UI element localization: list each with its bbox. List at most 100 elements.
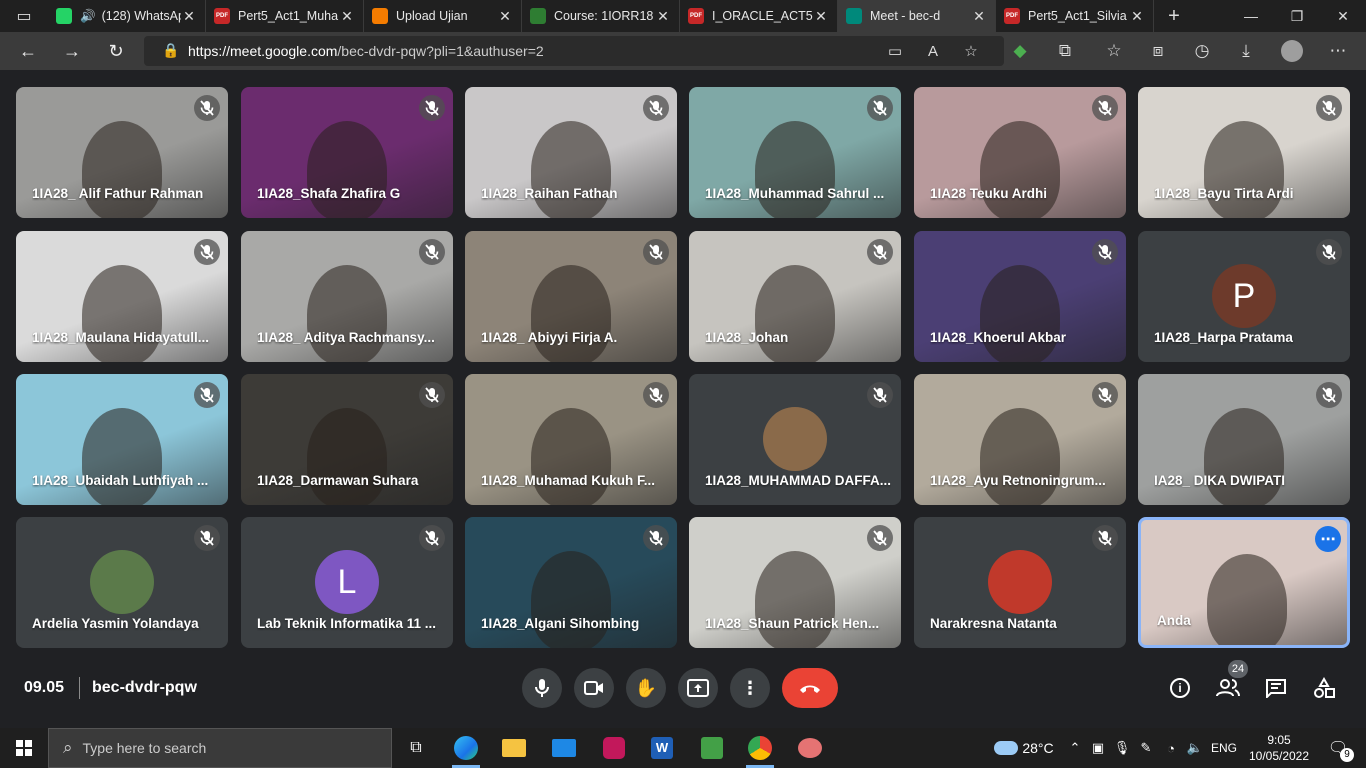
taskbar-app-edge[interactable]: [442, 728, 490, 768]
lock-icon: 🔒: [162, 42, 180, 58]
minimize-button[interactable]: —: [1228, 0, 1274, 32]
start-button[interactable]: [0, 728, 48, 768]
more-options-button[interactable]: ⋮: [730, 668, 770, 708]
browser-tab[interactable]: Meet - bec-d ✕: [838, 0, 996, 32]
wifi-icon[interactable]: ◔: [1160, 728, 1182, 768]
participant-tile[interactable]: 1IA28_ Abiyyi Firja A.: [465, 231, 677, 362]
participant-video: [980, 265, 1060, 362]
show-hidden-icons[interactable]: ⌃: [1066, 728, 1084, 768]
microphone-tray-icon[interactable]: 🎙: [1112, 728, 1132, 768]
browser-tab[interactable]: PDF I_ORACLE_ACT5.p ✕: [680, 0, 838, 32]
tab-title: Upload Ujian: [396, 9, 468, 23]
weather-temp[interactable]: 28°C: [1018, 728, 1058, 768]
camera-permission-icon[interactable]: ▭: [878, 36, 912, 66]
participant-tile[interactable]: 1IA28 Teuku Ardhi: [914, 87, 1126, 218]
participant-tile[interactable]: 1IA28_Shafa Zhafira G: [241, 87, 453, 218]
read-aloud-icon[interactable]: A: [916, 36, 950, 66]
close-tab-icon[interactable]: ✕: [813, 8, 829, 25]
participant-tile[interactable]: 1IA28_Shaun Patrick Hen...: [689, 517, 901, 648]
participant-tile[interactable]: 1IA28_Maulana Hidayatull...: [16, 231, 228, 362]
taskbar-app-word[interactable]: W: [638, 728, 686, 768]
extensions-icon[interactable]: ⧉: [1043, 32, 1087, 70]
participant-tile[interactable]: 1IA28_Ayu Retnoningrum...: [914, 374, 1126, 505]
raise-hand-button[interactable]: ✋: [626, 668, 666, 708]
taskbar-app-capcut[interactable]: [590, 728, 638, 768]
participant-tile[interactable]: 1IA28_ Aditya Rachmansy...: [241, 231, 453, 362]
participant-name: 1IA28_Khoerul Akbar: [930, 330, 1067, 345]
tab-actions-icon[interactable]: ▭: [0, 0, 48, 32]
browser-tab[interactable]: PDF Pert5_Act1_Silvia ✕: [996, 0, 1154, 32]
participant-tile[interactable]: IA28_ DIKA DWIPATI: [1138, 374, 1350, 505]
participant-tile[interactable]: 1IA28_Muhammad Sahrul ...: [689, 87, 901, 218]
address-bar[interactable]: 🔒 https://meet.google.com/bec-dvdr-pqw?p…: [144, 36, 1004, 66]
present-button[interactable]: [678, 668, 718, 708]
leave-call-button[interactable]: [782, 668, 838, 708]
browser-tab[interactable]: Upload Ujian ✕: [364, 0, 522, 32]
chat-button[interactable]: [1262, 674, 1290, 702]
settings-more-icon[interactable]: ⋯: [1316, 32, 1360, 70]
participant-tile[interactable]: Narakresna Natanta: [914, 517, 1126, 648]
participant-tile[interactable]: 1IA28_ Alif Fathur Rahman: [16, 87, 228, 218]
back-button[interactable]: ←: [6, 32, 50, 70]
browser-tab[interactable]: PDF Pert5_Act1_Muha ✕: [206, 0, 364, 32]
restore-button[interactable]: ❐: [1274, 0, 1320, 32]
participant-tile[interactable]: 1IA28_Khoerul Akbar: [914, 231, 1126, 362]
participant-tile[interactable]: 1IA28_Muhamad Kukuh F...: [465, 374, 677, 505]
close-window-button[interactable]: ✕: [1320, 0, 1366, 32]
participant-tile[interactable]: 1IA28_Bayu Tirta Ardi: [1138, 87, 1350, 218]
participant-tile[interactable]: Ardelia Yasmin Yolandaya: [16, 517, 228, 648]
extension-icon[interactable]: ◆: [998, 32, 1042, 70]
participant-tile[interactable]: 1IA28_Ubaidah Luthfiyah ...: [16, 374, 228, 505]
close-tab-icon[interactable]: ✕: [181, 8, 197, 25]
refresh-button[interactable]: ↻: [94, 32, 138, 70]
new-tab-button[interactable]: +: [1154, 5, 1194, 28]
more-vertical-icon: ⋮: [741, 677, 759, 698]
taskbar-app-chrome[interactable]: [736, 728, 784, 768]
participant-tile[interactable]: P 1IA28_Harpa Pratama: [1138, 231, 1350, 362]
favorites-icon[interactable]: ☆: [1092, 32, 1136, 70]
close-tab-icon[interactable]: ✕: [497, 8, 513, 25]
pdf-icon: PDF: [214, 8, 230, 24]
participant-tile[interactable]: ⋯ Anda: [1138, 517, 1350, 648]
profile-icon[interactable]: [1270, 32, 1314, 70]
activities-button[interactable]: [1310, 674, 1338, 702]
taskbar-search[interactable]: ⌕ Type here to search: [48, 728, 392, 768]
taskbar-clock[interactable]: 9:05 10/05/2022: [1244, 728, 1314, 768]
meeting-details-button[interactable]: i: [1166, 674, 1194, 702]
close-tab-icon[interactable]: ✕: [971, 8, 987, 25]
forward-button[interactable]: →: [50, 32, 94, 70]
language-indicator[interactable]: ENG: [1208, 728, 1240, 768]
people-button[interactable]: [1214, 674, 1242, 702]
microphone-button[interactable]: [522, 668, 562, 708]
browser-tab[interactable]: Course: 1IORR18 ✕: [522, 0, 680, 32]
webcam-tray-icon[interactable]: ▣: [1088, 728, 1108, 768]
camera-button[interactable]: [574, 668, 614, 708]
downloads-icon[interactable]: ⤓: [1224, 32, 1268, 70]
participant-tile[interactable]: 1IA28_Raihan Fathan: [465, 87, 677, 218]
close-tab-icon[interactable]: ✕: [1129, 8, 1145, 25]
taskbar-app-mail[interactable]: [540, 728, 588, 768]
browser-tab[interactable]: 🔊 (128) WhatsApp✕: [48, 0, 206, 32]
participant-tile[interactable]: 1IA28_MUHAMMAD DAFFA...: [689, 374, 901, 505]
taskbar-app-media[interactable]: [688, 728, 736, 768]
add-favorite-icon[interactable]: ☆: [954, 36, 988, 66]
participant-name: 1IA28_MUHAMMAD DAFFA...: [705, 473, 891, 488]
task-view-button[interactable]: ⧉: [392, 728, 440, 768]
audio-playing-icon[interactable]: 🔊: [80, 9, 96, 24]
close-tab-icon[interactable]: ✕: [655, 8, 671, 25]
notification-center-button[interactable]: 🗨 9: [1318, 728, 1358, 768]
history-icon[interactable]: ◷: [1180, 32, 1224, 70]
participant-tile[interactable]: 1IA28_Johan: [689, 231, 901, 362]
close-tab-icon[interactable]: ✕: [339, 8, 355, 25]
participant-tile[interactable]: 1IA28_Darmawan Suhara: [241, 374, 453, 505]
tile-options-button[interactable]: ⋯: [1315, 526, 1341, 552]
course-icon: [530, 8, 546, 24]
taskbar-app-explorer[interactable]: [490, 728, 538, 768]
pen-tray-icon[interactable]: ✎: [1136, 728, 1156, 768]
taskbar-app-paint[interactable]: [786, 728, 834, 768]
collections-icon[interactable]: ⧈: [1136, 32, 1180, 70]
participant-tile[interactable]: L Lab Teknik Informatika 11 ...: [241, 517, 453, 648]
volume-icon[interactable]: 🔈: [1184, 728, 1206, 768]
participant-tile[interactable]: 1IA28_Algani Sihombing: [465, 517, 677, 648]
participant-video: [82, 121, 162, 218]
